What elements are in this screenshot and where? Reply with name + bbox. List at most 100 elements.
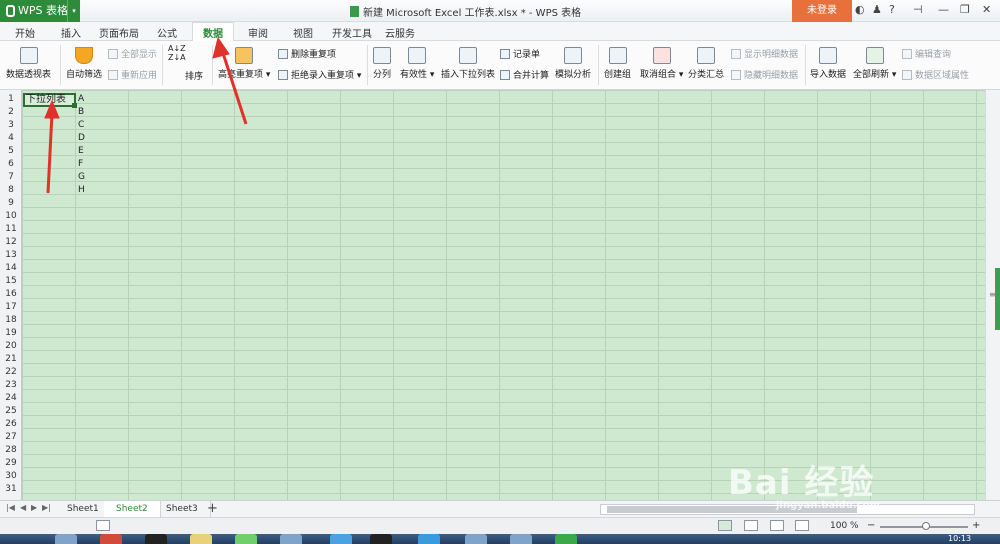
autofilter-button[interactable]: 自动筛选 xyxy=(66,47,102,80)
insert-dropdown-list-button[interactable]: 插入下拉列表 xyxy=(441,47,495,80)
fill-handle[interactable] xyxy=(72,103,77,108)
reapply-button[interactable]: 重新应用 xyxy=(108,68,157,81)
edit-query-button[interactable]: 编辑查询 xyxy=(902,47,951,60)
create-group-button[interactable]: 创建组 xyxy=(604,47,631,80)
reading-mode-icon[interactable] xyxy=(795,520,809,531)
taskbar-app-icon[interactable] xyxy=(235,534,257,544)
cell-a1-selected[interactable]: 下拉列表 xyxy=(23,93,77,108)
subtotal-icon xyxy=(697,47,715,64)
zoom-out-button[interactable]: − xyxy=(867,520,875,531)
row-number: 29 xyxy=(5,458,17,468)
ungroup-button[interactable]: 取消组合 ▾ xyxy=(640,47,683,80)
hide-detail-button[interactable]: 隐藏明细数据 xyxy=(731,68,798,81)
close-icon[interactable]: ✕ xyxy=(982,3,991,16)
row-number: 11 xyxy=(5,224,17,234)
validity-button[interactable]: 有效性 ▾ xyxy=(400,47,434,80)
taskbar-app-icon[interactable] xyxy=(465,534,487,544)
remove-duplicates-button[interactable]: 删除重复项 xyxy=(278,47,336,60)
side-panel-handle[interactable] xyxy=(995,268,1000,330)
macro-icon[interactable] xyxy=(96,520,110,531)
cell-b3[interactable]: C xyxy=(78,119,84,132)
zoom-slider-knob[interactable] xyxy=(922,522,930,530)
reject-duplicates-button[interactable]: 拒绝录入重复项 ▾ xyxy=(278,68,361,81)
highlight-duplicates-button[interactable]: 高亮重复项 ▾ xyxy=(218,47,270,80)
cell-b8[interactable]: H xyxy=(78,184,85,197)
cell-b1[interactable]: A xyxy=(78,93,84,106)
next-sheet-icon[interactable]: ▶ xyxy=(31,503,37,512)
shirt-icon[interactable]: ♟ xyxy=(872,3,882,16)
tab-page-layout[interactable]: 页面布局 xyxy=(99,25,139,40)
cell-area[interactable] xyxy=(22,90,985,500)
row-number: 28 xyxy=(5,445,17,455)
sheet-tab-sheet2[interactable]: Sheet2 xyxy=(104,501,161,517)
subtotal-button[interactable]: 分类汇总 xyxy=(688,47,724,80)
show-detail-button[interactable]: 显示明细数据 xyxy=(731,47,798,60)
data-range-props-button[interactable]: 数据区域属性 xyxy=(902,68,969,81)
taskbar-app-icon[interactable] xyxy=(145,534,167,544)
pivot-table-button[interactable]: 数据透视表 xyxy=(6,47,51,80)
tab-developer[interactable]: 开发工具 xyxy=(332,25,372,40)
record-form-button[interactable]: 记录单 xyxy=(500,47,540,60)
last-sheet-icon[interactable]: ▶| xyxy=(42,503,51,512)
question-icon[interactable]: ? xyxy=(889,3,895,16)
cell-b5[interactable]: E xyxy=(78,145,84,158)
sheet-tab-sheet3[interactable]: Sheet3 xyxy=(154,501,211,517)
sort-az-icon[interactable]: A↓Z Z↓A xyxy=(168,44,186,62)
cell-b6[interactable]: F xyxy=(78,158,83,171)
zoom-in-button[interactable]: + xyxy=(972,520,980,531)
spreadsheet-grid[interactable]: 1 2 3 4 5 6 7 8 9 10 11 12 13 14 15 16 1… xyxy=(0,90,985,500)
help-icon[interactable]: ◐ xyxy=(855,3,865,16)
import-icon xyxy=(819,47,837,64)
restore-icon[interactable]: ❐ xyxy=(960,3,970,16)
login-button[interactable]: 未登录 xyxy=(792,0,852,22)
tab-cloud[interactable]: 云服务 xyxy=(385,25,415,40)
row-number: 5 xyxy=(8,146,14,156)
taskbar-app-icon[interactable] xyxy=(280,534,302,544)
tab-start[interactable]: 开始 xyxy=(15,25,35,40)
zoom-level[interactable]: 100 % xyxy=(830,521,859,531)
taskbar-app-icon[interactable] xyxy=(370,534,392,544)
sort-button[interactable]: 排序 xyxy=(185,69,203,82)
taskbar-app-icon[interactable] xyxy=(55,534,77,544)
taskbar-app-icon[interactable] xyxy=(100,534,122,544)
tab-data[interactable]: 数据 xyxy=(192,22,234,42)
tab-view[interactable]: 视图 xyxy=(293,25,313,40)
taskbar-app-icon[interactable] xyxy=(418,534,440,544)
cell-b2[interactable]: B xyxy=(78,106,84,119)
refresh-all-button[interactable]: 全部刷新 ▾ xyxy=(853,47,896,80)
what-if-analysis-button[interactable]: 模拟分析 xyxy=(555,47,591,80)
row-number: 24 xyxy=(5,393,17,403)
wps-logo-icon xyxy=(6,5,15,17)
taskbar-app-icon[interactable] xyxy=(510,534,532,544)
split-column-button[interactable]: 分列 xyxy=(373,47,391,80)
add-sheet-button[interactable]: + xyxy=(207,501,218,516)
app-menu-button[interactable]: WPS 表格 ▾ xyxy=(0,0,80,22)
tab-insert[interactable]: 插入 xyxy=(61,25,81,40)
vertical-scrollbar[interactable]: ≡ xyxy=(985,90,1000,500)
merge-calc-button[interactable]: 合并计算 xyxy=(500,68,549,81)
cell-b7[interactable]: G xyxy=(78,171,85,184)
page-break-view-icon[interactable] xyxy=(770,520,784,531)
tab-review[interactable]: 审阅 xyxy=(248,25,268,40)
cell-b4[interactable]: D xyxy=(78,132,85,145)
tab-formula[interactable]: 公式 xyxy=(157,25,177,40)
refresh-icon xyxy=(865,47,884,64)
menu-bar: 开始 插入 页面布局 公式 数据 审阅 视图 开发工具 云服务 xyxy=(0,22,1000,42)
taskbar-app-icon[interactable] xyxy=(330,534,352,544)
taskbar-app-icon[interactable] xyxy=(555,534,577,544)
chevron-down-icon[interactable]: ▾ xyxy=(67,0,80,22)
taskbar-app-icon[interactable] xyxy=(190,534,212,544)
dropdown-list-icon xyxy=(459,47,477,64)
row-number: 18 xyxy=(5,315,17,325)
page-layout-view-icon[interactable] xyxy=(744,520,758,531)
first-sheet-icon[interactable]: |◀ xyxy=(6,503,15,512)
pin-icon[interactable]: ⊣ xyxy=(913,3,923,16)
import-data-button[interactable]: 导入数据 xyxy=(810,47,846,80)
split-icon xyxy=(373,47,391,64)
show-all-button[interactable]: 全部显示 xyxy=(108,47,157,60)
minimize-icon[interactable]: — xyxy=(938,3,949,16)
prev-sheet-icon[interactable]: ◀ xyxy=(20,503,26,512)
row-number: 16 xyxy=(5,289,17,299)
normal-view-icon[interactable] xyxy=(718,520,732,531)
row-number: 4 xyxy=(8,133,14,143)
